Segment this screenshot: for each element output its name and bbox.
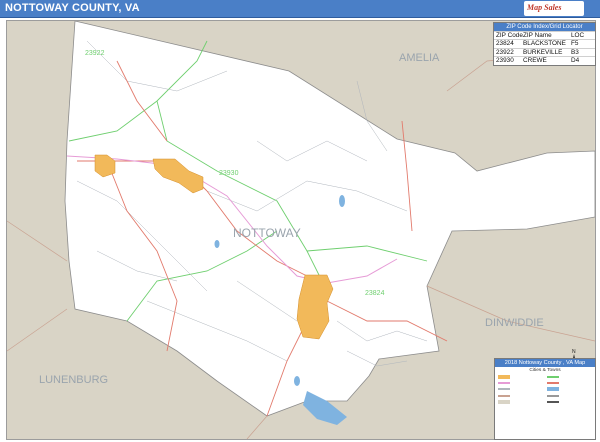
legend-swatch-row bbox=[546, 399, 593, 405]
neighbor-lunenburg: LUNENBURG bbox=[39, 374, 108, 386]
zip-code: 23922 bbox=[496, 48, 514, 56]
county-area bbox=[64, 21, 595, 417]
legend-title: 2018 Nottoway County , VA Map bbox=[495, 359, 595, 367]
zip-code: 23824 bbox=[496, 40, 514, 48]
col-zip-code: ZIP Code bbox=[496, 32, 523, 39]
table-row: 23930 CREWE D4 bbox=[494, 56, 595, 64]
zip-name: BURKEVILLE bbox=[523, 48, 563, 56]
zip-label-23922: 23922 bbox=[85, 50, 105, 57]
map-title: NOTTOWAY COUNTY, VA bbox=[5, 2, 140, 14]
zip-label-23824: 23824 bbox=[365, 290, 385, 297]
county-label: NOTTOWAY bbox=[233, 226, 301, 240]
zip-loc: D4 bbox=[571, 57, 580, 65]
zip-table-header: ZIP Code ZIP Name LOC bbox=[494, 31, 595, 39]
table-row: 23922 BURKEVILLE B3 bbox=[494, 47, 595, 56]
map-legend: 2018 Nottoway County , VA Map Cities & T… bbox=[494, 358, 596, 440]
brand-logo: Map Sales bbox=[524, 1, 584, 16]
legend-swatch-row bbox=[498, 399, 544, 405]
legend-grid bbox=[495, 374, 595, 405]
col-loc: LOC bbox=[571, 32, 585, 39]
zip-loc: B3 bbox=[571, 48, 579, 56]
zip-loc: F5 bbox=[571, 40, 579, 48]
zip-index-table: ZIP Code Index/Grid Locator ZIP Code ZIP… bbox=[493, 22, 596, 66]
legend-subtitle: Cities & Towns bbox=[529, 368, 561, 373]
brand-logo-text: Map Sales bbox=[527, 3, 562, 12]
zip-code: 23930 bbox=[496, 57, 514, 65]
neighbor-dinwiddie: DINWIDDIE bbox=[485, 317, 544, 329]
zip-table-title: ZIP Code Index/Grid Locator bbox=[494, 23, 595, 31]
neighbor-amelia: AMELIA bbox=[399, 52, 440, 64]
compass-north: N bbox=[572, 349, 576, 355]
title-bar: NOTTOWAY COUNTY, VA Map Sales bbox=[0, 0, 600, 18]
col-zip-name: ZIP Name bbox=[523, 32, 552, 39]
table-row: 23824 BLACKSTONE F5 bbox=[494, 39, 595, 47]
zip-label-23930: 23930 bbox=[219, 170, 239, 177]
zip-name: BLACKSTONE bbox=[523, 40, 566, 48]
zip-name: CREWE bbox=[523, 57, 547, 65]
